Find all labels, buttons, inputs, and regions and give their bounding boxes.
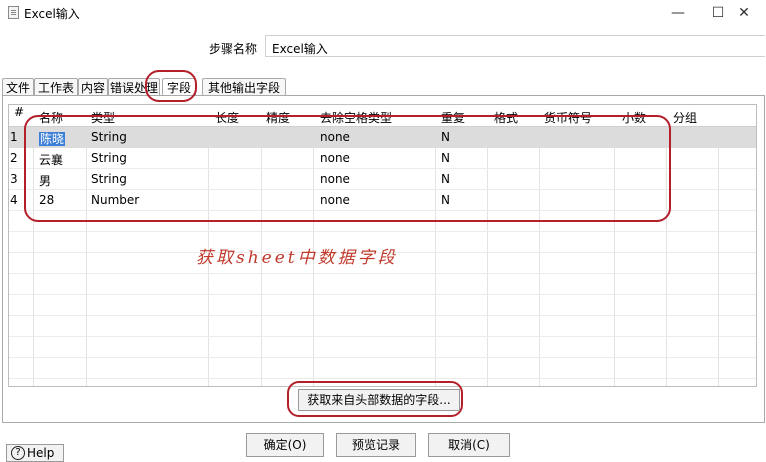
- table-row[interactable]: 2 云襄 String none N: [9, 148, 756, 169]
- tab-sheets[interactable]: 工作表: [34, 78, 78, 96]
- table-row[interactable]: 3 男 String none N: [9, 169, 756, 190]
- trim-type-cell[interactable]: none: [320, 130, 350, 144]
- field-type-cell[interactable]: String: [91, 130, 127, 144]
- step-name-input[interactable]: Excel输入: [265, 35, 765, 57]
- trim-type-cell[interactable]: none: [320, 172, 350, 186]
- tab-error-handling[interactable]: 错误处理: [108, 78, 160, 96]
- table-row[interactable]: 4 28 Number none N: [9, 190, 756, 211]
- preview-button[interactable]: 预览记录: [336, 433, 416, 457]
- column-header-type[interactable]: 类型: [91, 109, 115, 126]
- minimize-button[interactable]: —: [658, 2, 698, 24]
- row-number: 1: [10, 130, 18, 144]
- repeat-cell[interactable]: N: [441, 193, 450, 207]
- ok-button[interactable]: 确定(O): [246, 433, 324, 457]
- repeat-cell[interactable]: N: [441, 151, 450, 165]
- row-number: 3: [10, 172, 18, 186]
- step-name-label: 步骤名称: [209, 42, 258, 56]
- tab-fields[interactable]: 字段: [162, 78, 196, 96]
- field-name-selected-text[interactable]: 陈晓: [39, 132, 66, 146]
- row-number: 4: [10, 193, 18, 207]
- column-header-name[interactable]: 名称: [39, 109, 63, 126]
- tab-file[interactable]: 文件: [2, 78, 34, 96]
- column-header-format[interactable]: 格式: [494, 109, 518, 126]
- column-header-repeat[interactable]: 重复: [441, 109, 465, 126]
- row-number: 2: [10, 151, 18, 165]
- column-header-length[interactable]: 长度: [215, 109, 239, 126]
- cancel-button[interactable]: 取消(C): [428, 433, 510, 457]
- field-name-cell[interactable]: 陈晓: [39, 130, 66, 147]
- annotation-text: 获取sheet中数据字段: [196, 248, 398, 268]
- field-name-cell[interactable]: 男: [39, 172, 51, 189]
- field-type-cell[interactable]: String: [91, 151, 127, 165]
- table-header: # 名称 类型 长度 精度 去除空格类型 重复 格式 货币符号 小数 分组: [9, 105, 756, 126]
- repeat-cell[interactable]: N: [441, 172, 450, 186]
- help-button[interactable]: ? Help: [6, 444, 64, 462]
- window-title: Excel输入: [24, 7, 80, 21]
- trim-type-cell[interactable]: none: [320, 193, 350, 207]
- column-header-precision[interactable]: 精度: [266, 109, 290, 126]
- close-button[interactable]: ✕: [724, 2, 764, 24]
- column-header-number[interactable]: #: [14, 105, 24, 119]
- field-type-cell[interactable]: String: [91, 172, 127, 186]
- column-header-currency[interactable]: 货币符号: [544, 109, 592, 126]
- tab-additional-output-fields[interactable]: 其他输出字段: [202, 78, 286, 96]
- get-fields-from-header-button[interactable]: 获取来自头部数据的字段...: [298, 389, 460, 411]
- column-header-trim-type[interactable]: 去除空格类型: [320, 109, 392, 126]
- field-type-cell[interactable]: Number: [91, 193, 139, 207]
- tab-content[interactable]: 内容: [78, 78, 108, 96]
- field-name-cell[interactable]: 云襄: [39, 151, 63, 168]
- repeat-cell[interactable]: N: [441, 130, 450, 144]
- title-bar: Excel输入 — ☐ ✕: [0, 0, 766, 26]
- document-icon: [8, 6, 19, 19]
- trim-type-cell[interactable]: none: [320, 151, 350, 165]
- table-row[interactable]: 1 陈晓 String none N: [9, 127, 756, 148]
- column-header-decimal[interactable]: 小数: [622, 109, 646, 126]
- field-name-cell[interactable]: 28: [39, 193, 54, 207]
- column-header-group[interactable]: 分组: [673, 109, 697, 126]
